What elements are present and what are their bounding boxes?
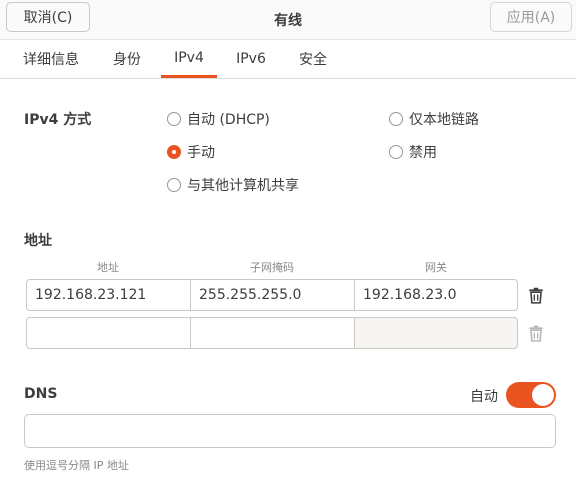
column-header-netmask: 子网掩码 xyxy=(250,261,294,274)
radio-button-icon xyxy=(389,112,403,126)
gateway-field xyxy=(354,317,518,349)
radio-label: 禁用 xyxy=(409,145,437,161)
address-field[interactable]: 192.168.23.121 xyxy=(26,279,191,311)
radio-button-icon xyxy=(167,112,181,126)
dns-hint: 使用逗号分隔 IP 地址 xyxy=(24,459,129,472)
tab-identity[interactable]: 身份 xyxy=(100,40,154,78)
column-header-address: 地址 xyxy=(97,261,119,274)
apply-button[interactable]: 应用(A) xyxy=(490,2,572,32)
radio-label: 手动 xyxy=(187,145,215,161)
radio-manual[interactable]: 手动 xyxy=(167,142,215,162)
netmask-field[interactable]: 255.255.255.0 xyxy=(190,279,355,311)
column-header-gateway: 网关 xyxy=(425,261,447,274)
dns-auto-label: 自动 xyxy=(470,389,498,405)
radio-label: 仅本地链路 xyxy=(409,112,479,128)
ipv4-method-label: IPv4 方式 xyxy=(24,112,92,128)
tab-ipv4[interactable]: IPv4 xyxy=(161,40,217,78)
tab-bar: 详细信息 身份 IPv4 IPv6 安全 xyxy=(0,40,576,79)
dns-auto-toggle[interactable] xyxy=(506,382,556,408)
tab-ipv6[interactable]: IPv6 xyxy=(224,40,278,78)
radio-label: 自动 (DHCP) xyxy=(187,112,270,128)
radio-share[interactable]: 与其他计算机共享 xyxy=(167,175,299,195)
address-section-label: 地址 xyxy=(24,233,52,249)
toggle-knob xyxy=(532,384,554,406)
dns-input[interactable] xyxy=(24,414,556,448)
radio-label: 与其他计算机共享 xyxy=(187,178,299,194)
tab-security[interactable]: 安全 xyxy=(288,40,338,78)
netmask-field[interactable] xyxy=(190,317,355,349)
tab-details[interactable]: 详细信息 xyxy=(12,40,90,78)
header-bar: 取消(C) 有线 应用(A) xyxy=(0,0,576,40)
dns-label: DNS xyxy=(24,386,58,402)
delete-row-trash-icon[interactable] xyxy=(527,286,545,304)
radio-button-icon xyxy=(167,178,181,192)
delete-row-trash-icon xyxy=(529,325,543,342)
radio-auto-dhcp[interactable]: 自动 (DHCP) xyxy=(167,109,270,129)
gateway-field[interactable]: 192.168.23.0 xyxy=(354,279,518,311)
radio-disabled[interactable]: 禁用 xyxy=(389,142,437,162)
radio-selected-icon xyxy=(167,145,181,159)
radio-link-local[interactable]: 仅本地链路 xyxy=(389,109,479,129)
radio-button-icon xyxy=(389,145,403,159)
address-field[interactable] xyxy=(26,317,191,349)
